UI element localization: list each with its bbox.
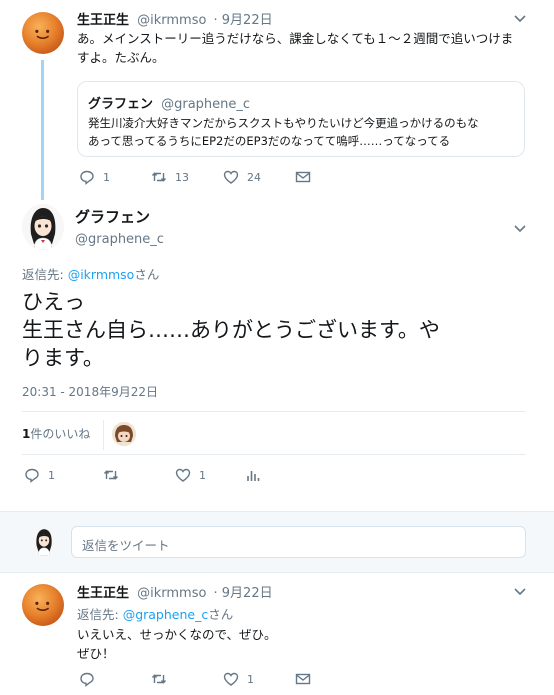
avatar[interactable] <box>22 204 64 250</box>
quoted-author-handle: @graphene_c <box>161 97 251 112</box>
avatar[interactable] <box>22 12 64 54</box>
analytics-icon <box>247 471 260 481</box>
heart-icon <box>223 672 239 686</box>
retweet-icon <box>151 172 167 182</box>
chevron-down-icon[interactable] <box>513 12 527 26</box>
author-handle[interactable]: @ikrmmso <box>137 586 206 601</box>
analytics-button[interactable] <box>245 467 275 483</box>
main-tweet: グラフェン @graphene_c 返信先: @ikrmmsoさん ひえっ 生王… <box>0 200 554 500</box>
heart-icon <box>223 170 239 184</box>
face-icon <box>35 601 50 611</box>
chevron-down-icon[interactable] <box>513 222 527 236</box>
author-handle[interactable]: @ikrmmso <box>137 13 206 28</box>
retweet-icon <box>151 674 167 684</box>
like-button[interactable]: 24 <box>223 169 295 185</box>
chevron-down-icon[interactable] <box>513 585 527 599</box>
author-handle[interactable]: @graphene_c <box>75 232 164 247</box>
divider <box>22 411 526 412</box>
like-count: 24 <box>247 170 261 184</box>
retweet-count: 13 <box>175 170 189 184</box>
reply-to-suffix: さん <box>134 267 160 282</box>
girl-avatar-icon <box>22 204 64 250</box>
reply-to-handle[interactable]: @ikrmmso <box>68 267 135 282</box>
tweet-text-line: すよ。たぶん。 <box>77 50 165 65</box>
envelope-icon <box>295 673 311 685</box>
reply-button[interactable]: 1 <box>79 169 151 185</box>
reply-input-placeholder: 返信をツイート <box>82 538 170 553</box>
girl-avatar-icon <box>31 526 57 556</box>
like-count: 1 <box>199 468 206 482</box>
retweet-icon <box>103 470 119 480</box>
author-name[interactable]: 生王正生 <box>77 586 129 601</box>
retweet-button[interactable]: 13 <box>151 169 223 185</box>
avatar <box>31 526 57 556</box>
reply-icon <box>25 468 39 483</box>
reply-icon <box>80 672 94 687</box>
dm-button[interactable] <box>295 169 325 185</box>
author-name[interactable]: 生王正生 <box>77 13 129 28</box>
timestamp[interactable]: 20:31 - 2018年9月22日 <box>22 383 158 400</box>
reply-compose-bar: 返信をツイート <box>0 511 554 573</box>
reply-to-suffix: さん <box>208 607 234 622</box>
tweet-text-line: 生王さん自ら……ありがとうございます。や <box>22 318 440 342</box>
likes-label: 件のいいね <box>30 427 91 441</box>
quoted-author-name: グラフェン <box>88 97 154 112</box>
thread-line <box>41 60 44 200</box>
heart-icon <box>175 468 191 482</box>
reply-button[interactable] <box>79 671 151 687</box>
face-icon <box>35 29 50 39</box>
reply-button[interactable]: 1 <box>24 467 103 483</box>
tweet-text-line: あ。メインストーリー追うだけなら、課金しなくても１～２週間で追いつけま <box>77 31 514 46</box>
reply-input[interactable]: 返信をツイート <box>71 526 526 558</box>
reply-count: 1 <box>103 170 110 184</box>
author-name[interactable]: グラフェン <box>75 206 164 227</box>
likes-summary[interactable]: 1件のいいね <box>22 425 90 442</box>
envelope-icon <box>295 171 311 183</box>
reply-icon <box>80 170 94 185</box>
tweet-text-line: ります。 <box>22 346 104 370</box>
liker-avatar[interactable] <box>112 422 136 446</box>
divider <box>22 454 526 455</box>
quoted-text-line: 発生川凌介大好きマンだからスクストもやりたいけど今更追っかけるのもな <box>88 116 479 130</box>
dm-button[interactable] <box>295 671 325 687</box>
like-button[interactable]: 1 <box>175 467 245 483</box>
reply-to-label: 返信先: <box>77 607 123 622</box>
reply-to-label: 返信先: <box>22 267 68 282</box>
retweet-button[interactable] <box>103 467 175 483</box>
quoted-text-line: あって思ってるうちにEP2だのEP3だのなってて嗚呼……ってなってる <box>88 134 451 148</box>
tweet-text-line: ひえっ <box>22 290 85 314</box>
tweet-ikrmmso-reply[interactable]: 生王正生 @ikrmmso · 9月22日 返信先: @graphene_cさん… <box>0 574 554 695</box>
reply-to-handle[interactable]: @graphene_c <box>123 607 209 622</box>
reply-count: 1 <box>48 468 55 482</box>
retweet-button[interactable] <box>151 671 223 687</box>
tweet-date[interactable]: · 9月22日 <box>214 586 273 601</box>
divider <box>103 420 104 450</box>
tweet-date[interactable]: · 9月22日 <box>214 13 273 28</box>
tweet-ikrmmso-1[interactable]: 生王正生 @ikrmmso · 9月22日 あ。メインストーリー追うだけなら、課… <box>0 0 554 200</box>
character-avatar-icon <box>112 422 136 446</box>
tweet-text-line: いえいえ、せっかくなので、ぜひ。 <box>77 627 277 642</box>
like-button[interactable]: 1 <box>223 671 295 687</box>
avatar[interactable] <box>22 584 64 626</box>
tweet-text-line: ぜひ！ <box>77 646 115 661</box>
quoted-tweet[interactable]: グラフェン @graphene_c 発生川凌介大好きマンだからスクストもやりたい… <box>77 81 525 157</box>
like-count: 1 <box>247 672 254 686</box>
